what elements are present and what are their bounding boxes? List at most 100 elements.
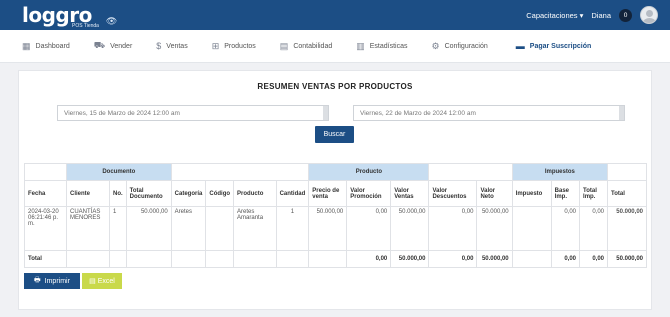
col-header[interactable]: Precio de venta — [308, 180, 348, 207]
col-header[interactable]: No. — [109, 180, 127, 207]
cell-precio: 50.000,00 — [308, 206, 348, 251]
search-button[interactable]: Buscar — [315, 126, 354, 143]
sales-table: Documento Producto Impuestos Fecha Clien… — [24, 163, 647, 268]
total-valor-neto: 50.000,00 — [476, 250, 513, 268]
group-spacer — [428, 163, 513, 181]
total-valor-descuentos: 0,00 — [428, 250, 478, 268]
nav-label: Ventas — [166, 42, 188, 50]
col-header[interactable]: Total Documento — [125, 180, 172, 207]
total-total-imp: 0,00 — [579, 250, 608, 268]
cell-categoria: Aretes — [170, 206, 207, 251]
nav-label: Vender — [110, 42, 133, 50]
ledger-icon: ▤ — [279, 40, 289, 51]
cell-valor-promocion: 0,00 — [346, 206, 392, 251]
group-spacer — [170, 163, 310, 181]
nav-label: Estadísticas — [369, 42, 408, 50]
col-header[interactable]: Impuesto — [511, 180, 552, 207]
col-header[interactable]: Valor Ventas — [390, 180, 430, 207]
spreadsheet-icon: ▤ — [89, 278, 96, 285]
notification-badge[interactable]: 0 — [619, 8, 632, 22]
total-cell — [109, 250, 127, 268]
nav-configuracion[interactable]: ⚙ Configuración — [432, 41, 488, 52]
logo-subtitle: POS Tienda — [72, 23, 99, 29]
table-row[interactable]: 2024-03-20 06:21:46 p. m. CUANTÍAS MENOR… — [24, 206, 647, 251]
col-header[interactable]: Total — [607, 180, 647, 207]
nav-label: Pagar Suscripción — [529, 42, 592, 50]
group-spacer — [607, 163, 647, 181]
cell-fecha: 2024-03-20 06:21:46 p. m. — [24, 206, 67, 251]
col-header[interactable]: Fecha — [24, 180, 67, 207]
nav-pagar-suscripcion[interactable]: ▬ Pagar Suscripción — [516, 41, 591, 51]
total-cell — [511, 250, 552, 268]
cell-valor-descuentos: 0,00 — [428, 206, 478, 251]
cell-impuesto — [511, 206, 552, 251]
cell-base-imp: 0,00 — [550, 206, 581, 251]
total-cell — [125, 250, 172, 268]
training-menu[interactable]: Capacitaciones ▾ — [526, 11, 583, 20]
nav-productos[interactable]: ⊞ Productos — [212, 41, 256, 52]
action-buttons: 🖶 Imprimir ▤ Excel — [24, 273, 122, 289]
total-label: Total — [24, 250, 67, 268]
cell-no: 1 — [109, 206, 127, 251]
total-total: 50.000,00 — [607, 250, 647, 268]
total-valor-ventas: 50.000,00 — [390, 250, 430, 268]
excel-label: Excel — [97, 277, 115, 285]
eye-icon[interactable]: 👁 — [106, 16, 117, 27]
col-header[interactable]: Valor Neto — [476, 180, 513, 207]
group-impuestos: Impuestos — [511, 163, 609, 181]
cell-cantidad: 1 — [275, 206, 310, 251]
nav-dashboard[interactable]: ▦ Dashboard — [22, 41, 70, 52]
cell-codigo — [205, 206, 235, 251]
col-header[interactable]: Base Imp. — [550, 180, 581, 207]
total-cell — [308, 250, 348, 268]
total-row: Total 0,00 50.000,00 0,00 50.000,00 0,00… — [24, 250, 647, 268]
total-cell — [170, 250, 207, 268]
col-header[interactable]: Cantidad — [275, 180, 310, 207]
avatar[interactable] — [640, 6, 658, 24]
dollar-icon: $ — [156, 41, 162, 51]
nav-label: Dashboard — [35, 42, 70, 50]
report-card: RESUMEN VENTAS POR PRODUCTOS Viernes, 15… — [18, 70, 652, 310]
nav-label: Contabilidad — [293, 42, 333, 50]
cell-producto: Aretes Amaranta — [233, 206, 277, 251]
basket-icon: ⊞ — [211, 40, 220, 51]
col-header[interactable]: Categoría — [170, 180, 207, 207]
cell-valor-ventas: 50.000,00 — [390, 206, 430, 251]
total-cell — [233, 250, 277, 268]
group-documento: Documento — [66, 163, 172, 181]
print-label: Imprimir — [44, 277, 70, 285]
date-from-input[interactable]: Viernes, 15 de Marzo de 2024 12:00 am — [57, 105, 329, 121]
col-header[interactable]: Total Imp. — [579, 180, 608, 207]
print-button[interactable]: 🖶 Imprimir — [24, 273, 80, 289]
col-header[interactable]: Código — [205, 180, 235, 207]
col-header[interactable]: Valor Promoción — [346, 180, 392, 207]
total-cell — [205, 250, 235, 268]
nav-label: Configuración — [444, 42, 488, 50]
excel-button[interactable]: ▤ Excel — [82, 273, 122, 289]
col-header[interactable]: Cliente — [66, 180, 110, 207]
nav-contabilidad[interactable]: ▤ Contabilidad — [280, 41, 332, 52]
credit-card-icon: ▬ — [515, 41, 525, 51]
dashboard-icon: ▦ — [22, 40, 31, 51]
cell-total-documento: 50.000,00 — [125, 206, 172, 251]
total-valor-promocion: 0,00 — [346, 250, 392, 268]
cell-total-imp: 0,00 — [579, 206, 608, 251]
col-header[interactable]: Valor Descuentos — [428, 180, 478, 207]
nav-vender[interactable]: ⛟ Vender — [94, 40, 133, 52]
page-title: RESUMEN VENTAS POR PRODUCTOS — [257, 82, 413, 91]
nav-label: Productos — [224, 42, 256, 50]
settings-icon: ⚙ — [431, 40, 440, 51]
cell-valor-neto: 50.000,00 — [476, 206, 513, 251]
logo[interactable]: loggro POS Tienda — [22, 4, 99, 29]
total-cell — [275, 250, 310, 268]
nav-estadisticas[interactable]: ▥ Estadísticas — [356, 41, 407, 52]
nav-ventas[interactable]: $ Ventas — [156, 41, 187, 51]
top-bar: loggro POS Tienda 👁 Capacitaciones ▾ Dia… — [0, 0, 670, 30]
group-producto: Producto — [308, 163, 430, 181]
cell-cliente: CUANTÍAS MENORES — [66, 206, 110, 251]
header-row: Fecha Cliente No. Total Documento Catego… — [24, 180, 647, 207]
user-name[interactable]: Diana — [591, 11, 611, 20]
total-cell — [66, 250, 110, 268]
col-header[interactable]: Producto — [233, 180, 277, 207]
date-to-input[interactable]: Viernes, 22 de Marzo de 2024 12:00 am — [353, 105, 625, 121]
